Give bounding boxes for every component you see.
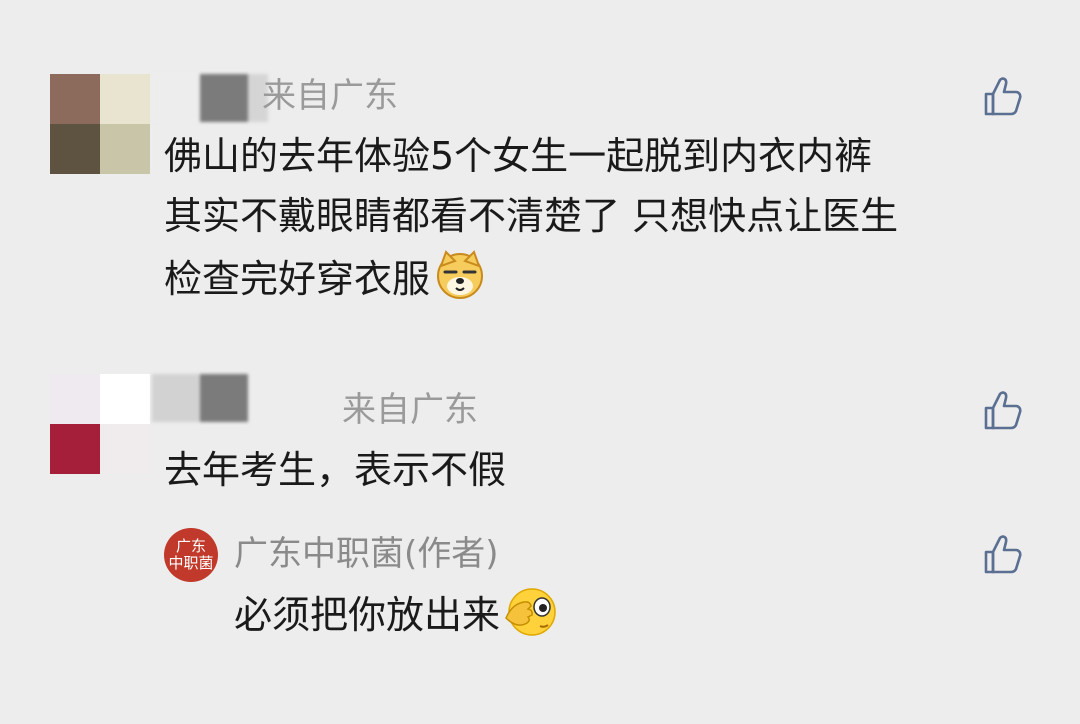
reply-text-segment: 必须把你放出来 bbox=[234, 593, 501, 637]
author-reply: 广东 中职菌 广东中职菌(作者) 必须把你放出来 bbox=[0, 0, 1080, 660]
author-name[interactable]: 广东中职菌(作者) bbox=[234, 532, 499, 576]
author-avatar-line: 中职菌 bbox=[168, 554, 214, 572]
peek-face-emoji-icon bbox=[505, 588, 556, 636]
author-avatar[interactable]: 广东 中职菌 bbox=[164, 528, 218, 582]
author-avatar-line: 广东 bbox=[175, 537, 206, 555]
thumbs-up-icon[interactable] bbox=[982, 532, 1026, 576]
reply-text: 必须把你放出来 bbox=[234, 582, 558, 645]
